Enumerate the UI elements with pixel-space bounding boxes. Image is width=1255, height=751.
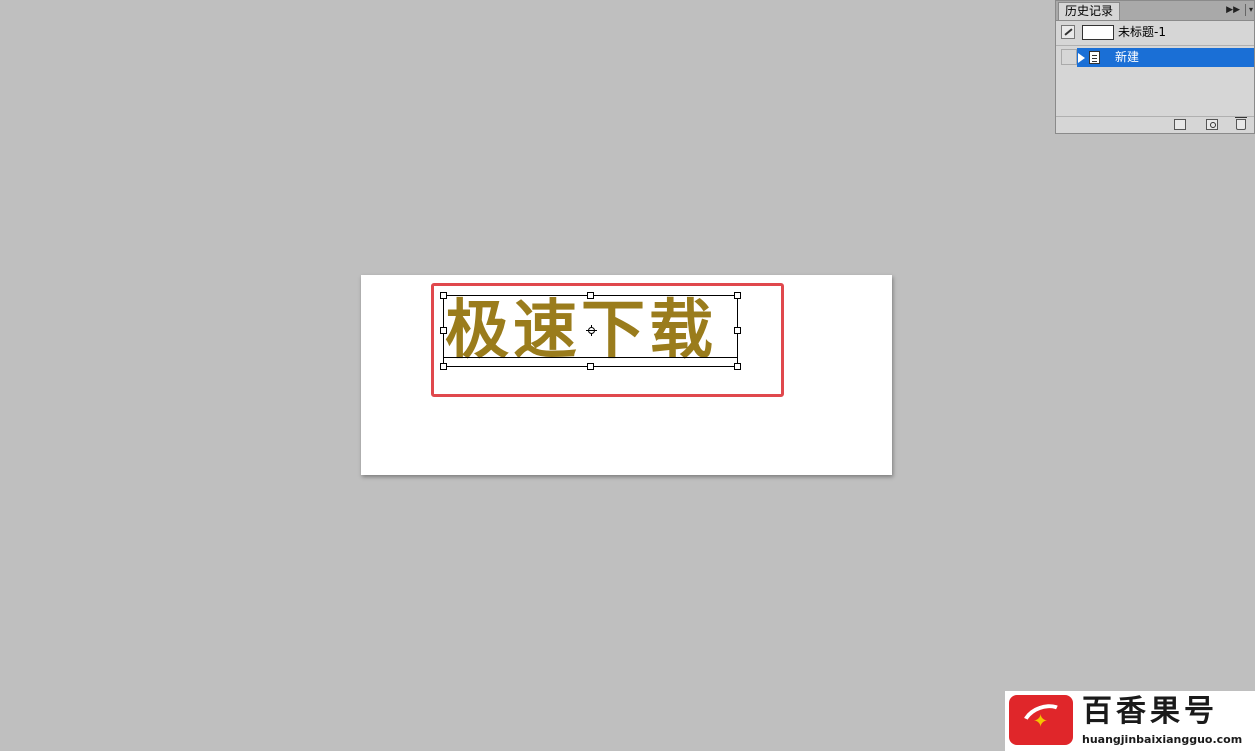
new-document-from-state-icon[interactable] — [1174, 119, 1186, 130]
brand-logo-icon: ✦ — [1009, 695, 1074, 749]
watermark-title: 百香果号 — [1082, 694, 1218, 729]
history-snapshot-row[interactable]: 未标题-1 — [1056, 21, 1254, 46]
history-state-selected[interactable]: 新建 — [1077, 48, 1254, 67]
state-slider-arrow-icon[interactable] — [1078, 53, 1085, 63]
history-source-checkbox[interactable] — [1061, 49, 1077, 65]
watermark-logo: ✦ 百香果号 huangjinbaixiangguo.com — [1005, 691, 1255, 751]
panel-menu-icon[interactable]: ▾ — [1249, 3, 1253, 17]
double-arrow-icon[interactable]: ▶▶ — [1226, 3, 1240, 17]
camera-snapshot-icon[interactable] — [1206, 119, 1218, 130]
watermark-url: huangjinbaixiangguo.com — [1082, 733, 1243, 746]
history-state-row[interactable]: 新建 — [1056, 48, 1254, 67]
document-icon — [1089, 51, 1100, 64]
history-brush-icon[interactable] — [1061, 25, 1075, 39]
tab-history[interactable]: 历史记录 — [1058, 2, 1121, 20]
history-state-label: 新建 — [1115, 50, 1140, 64]
panel-header: 历史记录 ▶▶ ▾ — [1056, 1, 1254, 21]
panel-footer — [1056, 116, 1254, 133]
trash-icon[interactable] — [1235, 117, 1247, 130]
snapshot-thumbnail — [1082, 25, 1114, 40]
panel-divider — [1245, 4, 1246, 16]
snapshot-label: 未标题-1 — [1118, 25, 1166, 39]
annotation-highlight-box — [431, 283, 784, 397]
history-panel: 历史记录 ▶▶ ▾ 未标题-1 新建 — [1055, 0, 1255, 134]
